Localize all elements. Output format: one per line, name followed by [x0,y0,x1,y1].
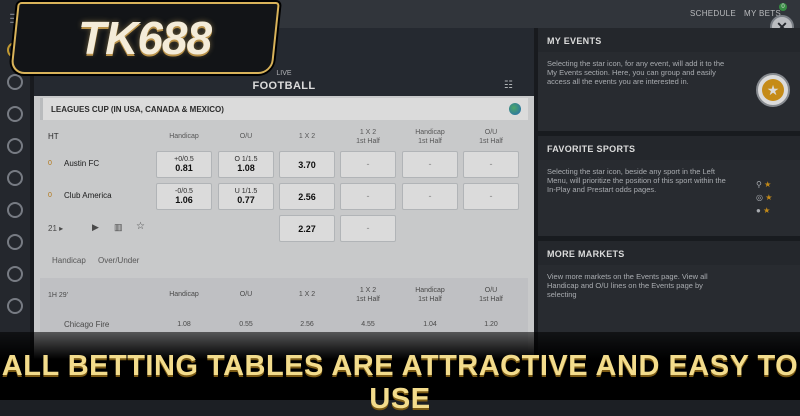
my-bets-count-badge: 0 [779,3,787,11]
home-ou-odds[interactable]: O 1/1.5 1.08 [218,151,274,178]
draw-1x2-odds[interactable]: 2.27 [279,215,335,242]
favorite-sports-text: Selecting the star icon, beside any spor… [547,167,726,194]
my-events-title: MY EVENTS [538,28,800,52]
away-ou-odds[interactable]: U 1/1.5 0.77 [218,183,274,210]
logo-text: TK688 [78,12,212,64]
away-ou-1st-half[interactable]: - [463,183,519,210]
away-ou-line: U 1/1.5 [234,188,258,195]
home-1x2-1st-half[interactable]: - [340,151,396,178]
tab-handicap[interactable]: Handicap [52,256,86,265]
caption-banner: ALL BETTING TABLES ARE ATTRACTIVE AND EA… [0,332,800,415]
col-ou: O/U [239,133,253,140]
home-handicap-price: 0.81 [175,163,193,173]
away-handicap-price: 1.06 [175,195,193,205]
volleyball-icon[interactable] [7,138,23,154]
tennis-icon[interactable] [7,106,23,122]
match2-col-handicap-1st-half: Handicap 1st Half [415,287,445,303]
home-team: Austin FC [64,159,100,168]
cricket-icon[interactable] [7,298,23,314]
draw-1x2-1st-half[interactable]: - [340,215,396,242]
basketball-fav-icon: ◎ ★ [756,193,773,202]
match2-time: 1H 29' [48,292,69,299]
match2-odds-1[interactable]: 1.08 [156,320,212,329]
schedule-link[interactable]: SCHEDULE [690,9,736,18]
home-ou-1st-half[interactable]: - [463,151,519,178]
away-ou-price: 0.77 [237,195,255,205]
away-handicap-1st-half[interactable]: - [402,183,458,210]
col-1x2-1st-half: 1 X 2 1st Half [356,129,380,145]
col-1x2: 1 X 2 [298,133,316,140]
home-1x2-odds[interactable]: 3.70 [279,151,335,178]
match2-odds-4[interactable]: 4.55 [340,320,396,329]
match2-team: Chicago Fire [64,320,110,329]
match2-col-handicap: Handicap [169,291,199,298]
home-handicap-line: +0/0.5 [174,156,194,163]
football-fav-icon: ● ★ [756,206,771,215]
my-events-star-icon[interactable]: ★ [756,73,790,107]
away-1x2-odds[interactable]: 2.56 [279,183,335,210]
match2-odds-2[interactable]: 0.55 [218,320,274,329]
stats-icon[interactable]: ▥ [114,222,123,233]
col-handicap-1st-half: Handicap 1st Half [415,129,445,145]
filter-icon[interactable]: ☷ [504,80,513,91]
league-header[interactable]: LEAGUES CUP (IN USA, CANADA & MEXICO) [40,98,528,120]
col-handicap: Handicap [169,133,199,140]
league-name: LEAGUES CUP (IN USA, CANADA & MEXICO) [51,105,224,114]
match2-col-ou-1st-half: O/U 1st Half [479,287,503,303]
home-handicap-1st-half[interactable]: - [402,151,458,178]
match2-odds-3[interactable]: 2.56 [279,320,335,329]
favorite-sports-icons: ⚲ ★ ◎ ★ ● ★ [756,180,796,219]
match-time: HT [48,132,59,141]
tab-over-under[interactable]: Over/Under [98,256,139,265]
basketball-icon[interactable] [7,74,23,90]
home-handicap-odds[interactable]: +0/0.5 0.81 [156,151,212,178]
match2-col-1x2-1st-half: 1 X 2 1st Half [356,287,380,303]
my-events-text: Selecting the star icon, for any event, … [547,59,725,86]
away-handicap-odds[interactable]: -0/0.5 1.06 [156,183,212,210]
away-team: Club America [64,191,112,200]
match2-col-ou: O/U [239,291,253,298]
col-ou-1st-half: O/U 1st Half [479,129,503,145]
home-score: 0 [48,160,52,167]
tennis-fav-icon: ⚲ ★ [756,180,772,189]
my-events-section: MY EVENTS Selecting the star icon, for a… [538,28,800,131]
american-football-icon[interactable] [7,266,23,282]
more-markets-title: MORE MARKETS [538,241,800,265]
away-score: 0 [48,192,52,199]
globe-icon [509,103,521,115]
sport-title: FOOTBALL [252,80,316,92]
away-1x2-1st-half[interactable]: - [340,183,396,210]
favorite-sports-title: FAVORITE SPORTS [538,136,800,160]
match2-odds-5[interactable]: 1.04 [402,320,458,329]
home-ou-price: 1.08 [237,163,255,173]
home-ou-line: O 1/1.5 [234,156,258,163]
caption-text: ALL BETTING TABLES ARE ATTRACTIVE AND EA… [1,350,799,415]
away-handicap-line: -0/0.5 [175,188,193,195]
star-icon[interactable]: ☆ [136,221,145,232]
hockey-icon[interactable] [7,234,23,250]
live-stream-icon[interactable]: ▶ [92,222,99,233]
match2-col-1x2: 1 X 2 [298,291,316,298]
rugby-icon[interactable] [7,202,23,218]
brand-logo: TK688 [10,2,280,74]
baseball-icon[interactable] [7,170,23,186]
match2-odds-6[interactable]: 1.20 [463,320,519,329]
more-markets-text: View more markets on the Events page. Vi… [547,272,708,299]
more-markets-count[interactable]: 21 ▸ [48,224,63,233]
